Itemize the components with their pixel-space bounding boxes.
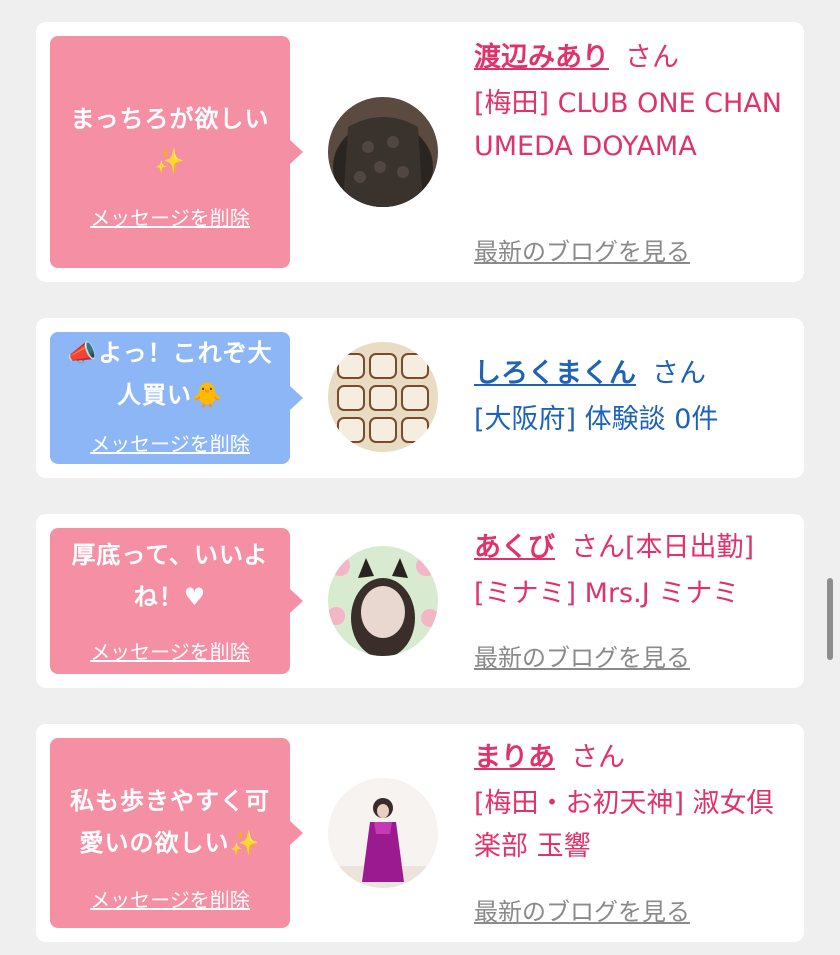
- sender-name-link[interactable]: まりあ: [474, 742, 555, 773]
- shop-name: [梅田・お初天神] 淑女倶楽部 玉響: [474, 788, 774, 862]
- message-text: 私も歩きやすく可愛いの欲しい✨: [70, 787, 270, 857]
- latest-blog-link[interactable]: 最新のブログを見る: [474, 892, 690, 927]
- sender-info: まりあ さん [梅田・お初天神] 淑女倶楽部 玉響: [474, 738, 788, 868]
- sender-info: 渡辺みあり さん [梅田] CLUB ONE CHAN UMEDA DOYAMA: [474, 38, 788, 168]
- avatar[interactable]: [328, 778, 438, 888]
- message-text: まっちろが欲しい✨: [70, 105, 270, 175]
- message-card: 厚底って、いいよね！♥ メッセージを削除 あくび さん[本日出勤] [ミナミ] M…: [36, 514, 804, 688]
- delete-message-link[interactable]: メッセージを削除: [50, 202, 290, 231]
- sender-info: あくび さん[本日出勤] [ミナミ] Mrs.J ミナミ: [474, 528, 788, 615]
- sender-name-link[interactable]: あくび: [474, 532, 555, 563]
- honorific: さん: [652, 358, 706, 389]
- message-bubble: 私も歩きやすく可愛いの欲しい✨ メッセージを削除: [50, 738, 303, 928]
- avatar[interactable]: [328, 97, 438, 207]
- latest-blog-link[interactable]: 最新のブログを見る: [474, 638, 690, 673]
- message-card: まっちろが欲しい✨ メッセージを削除 渡辺みあり さん [梅田] CLUB ONE…: [36, 22, 804, 282]
- message-text: 厚底って、いいよね！♥: [71, 541, 269, 611]
- sender-name-link[interactable]: しろくまくん: [474, 358, 636, 389]
- message-card: 私も歩きやすく可愛いの欲しい✨ メッセージを削除 まりあ さん [梅田・お初天神]…: [36, 724, 804, 942]
- latest-blog-link[interactable]: 最新のブログを見る: [474, 232, 690, 267]
- honorific: さん[本日出勤]: [571, 532, 755, 563]
- delete-message-link[interactable]: メッセージを削除: [50, 884, 290, 913]
- scrollbar-thumb[interactable]: [827, 578, 833, 660]
- honorific: さん: [571, 742, 625, 773]
- message-card: 📣よっ！これぞ大人買い🐥 メッセージを削除 しろくまくん さん [大阪府] 体験談…: [36, 318, 804, 478]
- delete-message-link[interactable]: メッセージを削除: [50, 428, 290, 457]
- message-bubble: 厚底って、いいよね！♥ メッセージを削除: [50, 528, 303, 674]
- shop-name: [梅田] CLUB ONE CHAN UMEDA DOYAMA: [474, 88, 782, 162]
- sender-name-link[interactable]: 渡辺みあり: [474, 42, 609, 73]
- shop-name: [大阪府] 体験談 0件: [474, 404, 719, 435]
- message-text: 📣よっ！これぞ大人買い🐥: [67, 339, 273, 409]
- sender-info: しろくまくん さん [大阪府] 体験談 0件: [474, 354, 788, 441]
- delete-message-link[interactable]: メッセージを削除: [50, 636, 290, 665]
- shop-name: [ミナミ] Mrs.J ミナミ: [474, 578, 740, 609]
- message-bubble: 📣よっ！これぞ大人買い🐥 メッセージを削除: [50, 332, 303, 464]
- avatar[interactable]: [328, 546, 438, 656]
- honorific: さん: [625, 42, 679, 73]
- message-bubble: まっちろが欲しい✨ メッセージを削除: [50, 36, 303, 268]
- avatar[interactable]: [328, 342, 438, 452]
